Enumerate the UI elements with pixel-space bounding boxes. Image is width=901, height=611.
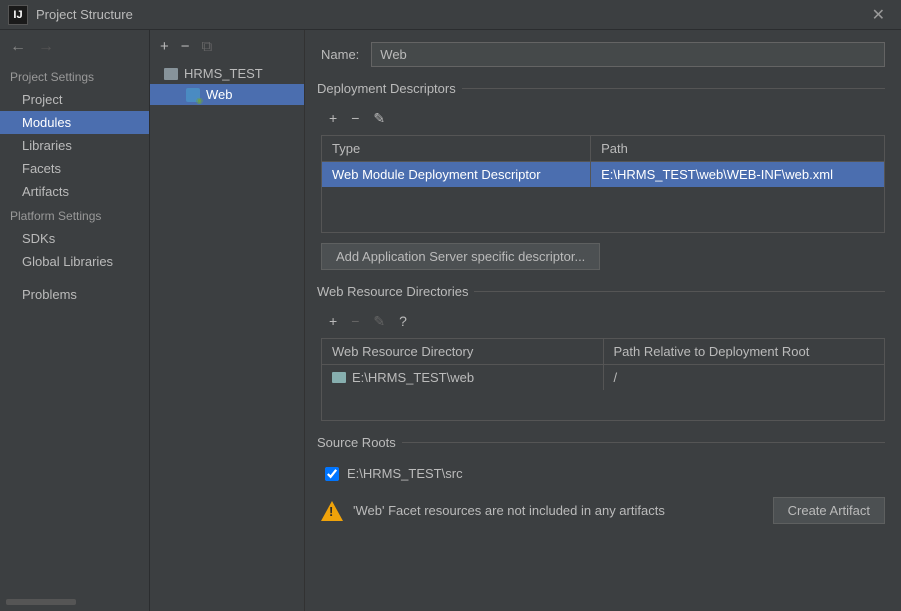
sidebar-item-global-libraries[interactable]: Global Libraries [0,250,149,273]
folder-icon [332,372,346,383]
add-icon[interactable]: + [160,38,169,55]
cell-relative-path: / [603,365,885,390]
sidebar-item-problems[interactable]: Problems [0,283,149,306]
add-icon[interactable]: + [329,313,337,330]
tree-child-label: Web [206,87,233,102]
tree-item-web[interactable]: Web [150,84,304,105]
warning-message: 'Web' Facet resources are not included i… [353,503,763,518]
copy-icon: ⧉ [202,38,213,55]
source-roots-legend: Source Roots [317,435,402,450]
main-panel: Name: Deployment Descriptors + − ✎ Type … [305,30,901,611]
source-root-label: E:\HRMS_TEST\src [347,466,463,481]
deployment-descriptors-legend: Deployment Descriptors [317,81,462,96]
app-icon: IJ [8,5,28,25]
settings-sidebar: ← → Project Settings Project Modules Lib… [0,30,150,611]
table-row[interactable]: Web Module Deployment Descriptor E:\HRMS… [322,162,884,187]
create-artifact-button[interactable]: Create Artifact [773,497,885,524]
titlebar: IJ Project Structure ✕ [0,0,901,30]
back-icon[interactable]: ← [10,38,26,56]
close-icon[interactable]: ✕ [864,5,893,25]
tree-root-label: HRMS_TEST [184,66,263,81]
cell-path: E:\HRMS_TEST\web\WEB-INF\web.xml [590,162,884,187]
module-tree: + − ⧉ HRMS_TEST Web [150,30,305,611]
window-title: Project Structure [36,7,864,22]
sidebar-item-project[interactable]: Project [0,88,149,111]
sidebar-item-modules[interactable]: Modules [0,111,149,134]
sidebar-item-libraries[interactable]: Libraries [0,134,149,157]
remove-icon: − [351,313,359,330]
remove-icon[interactable]: − [351,110,359,127]
column-type: Type [322,136,590,161]
section-header-platform: Platform Settings [0,203,149,227]
name-label: Name: [321,47,359,62]
sidebar-item-facets[interactable]: Facets [0,157,149,180]
add-server-descriptor-button[interactable]: Add Application Server specific descript… [321,243,600,270]
column-path: Path [590,136,884,161]
source-roots-group: Source Roots E:\HRMS_TEST\src 'Web' Face… [321,435,885,524]
tree-item-root[interactable]: HRMS_TEST [150,63,304,84]
source-root-checkbox[interactable] [325,467,339,481]
name-input[interactable] [371,42,885,67]
sidebar-item-sdks[interactable]: SDKs [0,227,149,250]
scrollbar-horizontal[interactable] [6,599,76,605]
cell-directory: E:\HRMS_TEST\web [322,365,603,390]
table-row[interactable]: E:\HRMS_TEST\web / [322,365,884,390]
web-icon [186,88,200,102]
cell-type: Web Module Deployment Descriptor [322,162,590,187]
column-relative-path: Path Relative to Deployment Root [603,339,885,364]
help-icon[interactable]: ? [399,313,407,330]
sidebar-item-artifacts[interactable]: Artifacts [0,180,149,203]
edit-icon[interactable]: ✎ [373,110,385,127]
section-header-project: Project Settings [0,64,149,88]
web-resource-directories-group: Web Resource Directories + − ✎ ? Web Res… [321,284,885,421]
deployment-descriptors-group: Deployment Descriptors + − ✎ Type Path W… [321,81,885,270]
column-directory: Web Resource Directory [322,339,603,364]
edit-icon: ✎ [373,313,385,330]
warning-icon [321,501,343,521]
add-icon[interactable]: + [329,110,337,127]
remove-icon[interactable]: − [181,38,190,55]
forward-icon: → [38,38,54,56]
folder-icon [164,68,178,80]
web-resource-directories-legend: Web Resource Directories [317,284,474,299]
